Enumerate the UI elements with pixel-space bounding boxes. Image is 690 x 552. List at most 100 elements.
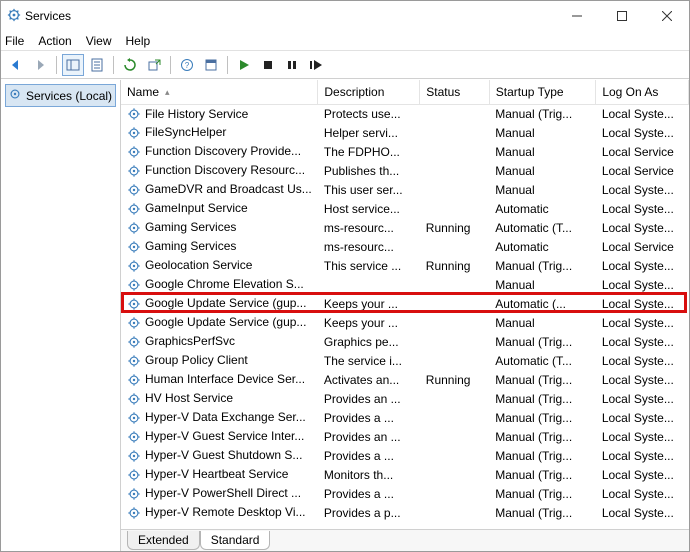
service-logon: Local Syste... [596, 294, 689, 313]
window-title: Services [25, 9, 554, 23]
service-logon: Local Service [596, 142, 689, 161]
service-description: Provides a ... [318, 408, 420, 427]
table-row[interactable]: Hyper-V Guest Service Inter...Provides a… [121, 427, 689, 446]
menu-file[interactable]: File [5, 34, 24, 48]
table-row[interactable]: FileSyncHelperHelper servi...ManualLocal… [121, 123, 689, 142]
nav-pane: Services (Local) [1, 80, 121, 551]
table-row[interactable]: GameInput ServiceHost service...Automati… [121, 199, 689, 218]
service-startup: Manual (Trig... [489, 256, 596, 275]
properties-sheet-button[interactable] [86, 54, 108, 76]
service-status [420, 237, 489, 256]
column-header-startup[interactable]: Startup Type [489, 80, 596, 104]
maximize-button[interactable] [599, 1, 644, 31]
table-row[interactable]: Hyper-V Heartbeat ServiceMonitors th...M… [121, 465, 689, 484]
export-list-button[interactable] [143, 54, 165, 76]
services-list[interactable]: Name▴ Description Status Startup Type Lo… [121, 80, 689, 529]
service-status [420, 161, 489, 180]
nav-root-item[interactable]: Services (Local) [5, 84, 116, 107]
service-name: FileSyncHelper [145, 125, 226, 139]
service-startup: Manual (Trig... [489, 465, 596, 484]
column-header-description[interactable]: Description [318, 80, 420, 104]
stop-service-button[interactable] [257, 54, 279, 76]
service-startup: Automatic (T... [489, 218, 596, 237]
toolbar-separator [113, 56, 114, 74]
service-name: Hyper-V Guest Shutdown S... [145, 448, 302, 462]
column-header-logon[interactable]: Log On As [596, 80, 689, 104]
service-description: This user ser... [318, 180, 420, 199]
service-description: ms-resourc... [318, 237, 420, 256]
forward-button[interactable] [29, 54, 51, 76]
service-startup: Manual [489, 142, 596, 161]
restart-service-button[interactable] [305, 54, 327, 76]
toolbar-separator [170, 56, 171, 74]
tab-bar: Extended Standard [121, 529, 689, 551]
service-status [420, 180, 489, 199]
table-row[interactable]: Group Policy ClientThe service i...Autom… [121, 351, 689, 370]
service-icon [127, 278, 141, 292]
service-icon [127, 468, 141, 482]
table-row[interactable]: Google Chrome Elevation S...ManualLocal … [121, 275, 689, 294]
close-button[interactable] [644, 1, 689, 31]
service-logon: Local Syste... [596, 370, 689, 389]
table-row[interactable]: GraphicsPerfSvcGraphics pe...Manual (Tri… [121, 332, 689, 351]
service-description: Provides an ... [318, 427, 420, 446]
table-row[interactable]: Hyper-V Remote Desktop Vi...Provides a p… [121, 503, 689, 522]
body: Services (Local) Name▴ Description Statu… [1, 79, 689, 551]
table-row[interactable]: Hyper-V PowerShell Direct ...Provides a … [121, 484, 689, 503]
column-header-name[interactable]: Name▴ [121, 80, 318, 104]
service-description: Host service... [318, 199, 420, 218]
table-row[interactable]: Hyper-V Data Exchange Ser...Provides a .… [121, 408, 689, 427]
service-logon: Local Syste... [596, 275, 689, 294]
service-icon [127, 126, 141, 140]
column-header-status[interactable]: Status [420, 80, 489, 104]
service-status [420, 275, 489, 294]
services-icon [8, 87, 22, 104]
service-name: Geolocation Service [145, 258, 252, 272]
toolbar-separator [227, 56, 228, 74]
service-description: Provides an ... [318, 389, 420, 408]
menu-action[interactable]: Action [38, 34, 71, 48]
service-icon [127, 392, 141, 406]
window-controls [554, 1, 689, 31]
service-startup: Manual (Trig... [489, 389, 596, 408]
service-icon [127, 240, 141, 254]
service-logon: Local Syste... [596, 104, 689, 123]
minimize-button[interactable] [554, 1, 599, 31]
service-status: Running [420, 218, 489, 237]
table-row[interactable]: Google Update Service (gup...Keeps your … [121, 294, 689, 313]
service-startup: Manual (Trig... [489, 370, 596, 389]
service-startup: Manual [489, 180, 596, 199]
service-logon: Local Service [596, 161, 689, 180]
pause-service-button[interactable] [281, 54, 303, 76]
tab-extended[interactable]: Extended [127, 531, 200, 550]
start-service-button[interactable] [233, 54, 255, 76]
menu-view[interactable]: View [86, 34, 112, 48]
table-row[interactable]: Gaming Servicesms-resourc...RunningAutom… [121, 218, 689, 237]
properties-button[interactable] [200, 54, 222, 76]
table-row[interactable]: Google Update Service (gup...Keeps your … [121, 313, 689, 332]
svg-text:?: ? [185, 61, 190, 70]
service-name: Gaming Services [145, 239, 236, 253]
back-button[interactable] [5, 54, 27, 76]
service-startup: Automatic (... [489, 294, 596, 313]
table-row[interactable]: Function Discovery Provide...The FDPHO..… [121, 142, 689, 161]
menu-help[interactable]: Help [126, 34, 151, 48]
table-row[interactable]: File History ServiceProtects use...Manua… [121, 104, 689, 123]
refresh-button[interactable] [119, 54, 141, 76]
service-name: Human Interface Device Ser... [145, 372, 305, 386]
table-row[interactable]: Gaming Servicesms-resourc...AutomaticLoc… [121, 237, 689, 256]
show-hide-tree-button[interactable] [62, 54, 84, 76]
table-row[interactable]: Function Discovery Resourc...Publishes t… [121, 161, 689, 180]
titlebar: Services [1, 1, 689, 31]
table-row[interactable]: Human Interface Device Ser...Activates a… [121, 370, 689, 389]
table-row[interactable]: HV Host ServiceProvides an ...Manual (Tr… [121, 389, 689, 408]
tab-standard[interactable]: Standard [200, 531, 271, 550]
table-row[interactable]: Geolocation ServiceThis service ...Runni… [121, 256, 689, 275]
service-status [420, 427, 489, 446]
service-status [420, 351, 489, 370]
table-row[interactable]: GameDVR and Broadcast Us...This user ser… [121, 180, 689, 199]
service-name: Function Discovery Provide... [145, 144, 301, 158]
service-startup: Manual [489, 123, 596, 142]
help-button[interactable]: ? [176, 54, 198, 76]
table-row[interactable]: Hyper-V Guest Shutdown S...Provides a ..… [121, 446, 689, 465]
